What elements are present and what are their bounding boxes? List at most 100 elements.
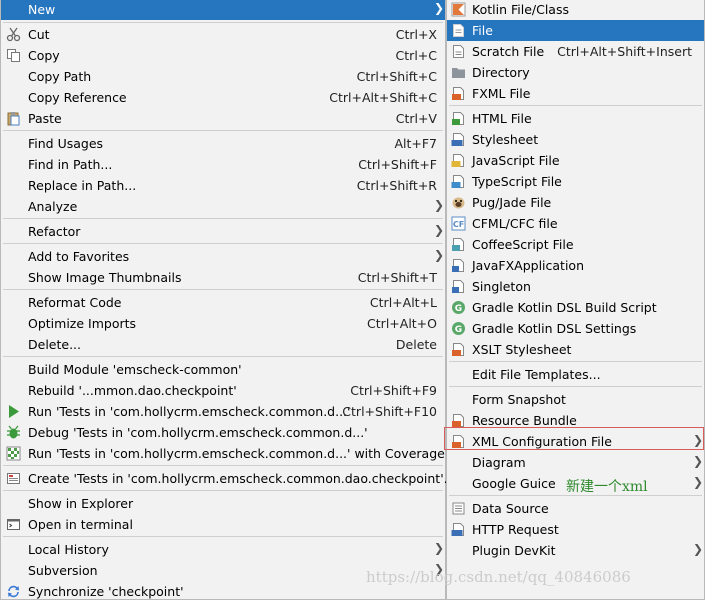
submenu-item-kotlin-file[interactable]: Kotlin File/Class — [447, 0, 704, 20]
menu-item-refactor[interactable]: Refactor ❯ — [1, 221, 445, 242]
menu-item-run-tests[interactable]: Run 'Tests in 'com.hollycrm.emscheck.com… — [1, 401, 445, 422]
menu-item-label: Form Snapshot — [472, 392, 566, 407]
svg-text:G: G — [455, 325, 462, 335]
separator — [449, 386, 702, 387]
submenu-item-form-snapshot[interactable]: Form Snapshot — [447, 389, 704, 410]
menu-item-show-image-thumbnails[interactable]: Show Image Thumbnails Ctrl+Shift+T — [1, 267, 445, 288]
separator — [3, 465, 443, 466]
chevron-right-icon: ❯ — [692, 542, 703, 556]
menu-item-show-in-explorer[interactable]: Show in Explorer — [1, 493, 445, 514]
submenu-item-singleton[interactable]: Singleton — [447, 276, 704, 297]
submenu-item-javafx-application[interactable]: JavaFXApplication — [447, 255, 704, 276]
submenu-item-http-request[interactable]: HTTP Request — [447, 519, 704, 540]
submenu-item-plugin-devkit[interactable]: Plugin DevKit ❯ — [447, 540, 704, 561]
menu-item-label: File — [472, 23, 493, 38]
submenu-item-gradle-settings[interactable]: G Gradle Kotlin DSL Settings — [447, 318, 704, 339]
database-icon — [452, 502, 465, 515]
svg-text:CF: CF — [453, 220, 464, 229]
menu-item-rebuild[interactable]: Rebuild '...mmon.dao.checkpoint' Ctrl+Sh… — [1, 380, 445, 401]
shortcut-text: Ctrl+C — [395, 48, 437, 63]
submenu-item-xslt-stylesheet[interactable]: XSLT Stylesheet — [447, 339, 704, 360]
menu-item-label: Gradle Kotlin DSL Settings — [472, 321, 637, 336]
menu-item-label: Google Guice — [472, 476, 556, 491]
separator — [3, 356, 443, 357]
separator — [449, 105, 702, 106]
menu-item-delete[interactable]: Delete... Delete — [1, 334, 445, 355]
shortcut-text: Ctrl+Shift+T — [357, 270, 437, 285]
menu-item-copy-path[interactable]: Copy Path Ctrl+Shift+C — [1, 66, 445, 87]
submenu-item-pug-jade-file[interactable]: Pug/Jade File — [447, 192, 704, 213]
svg-text:G: G — [455, 304, 462, 314]
shortcut-text: Delete — [395, 337, 437, 352]
menu-item-label: Stylesheet — [472, 132, 539, 147]
menu-item-label: JavaFXApplication — [472, 258, 584, 273]
typescript-file-icon — [451, 175, 464, 188]
menu-item-new[interactable]: New ❯ — [1, 0, 445, 20]
debug-bug-icon — [7, 425, 20, 439]
menu-item-label: Scratch File — [472, 44, 545, 59]
submenu-item-diagram[interactable]: Diagram ❯ — [447, 452, 704, 473]
submenu-item-typescript-file[interactable]: TypeScript File — [447, 171, 704, 192]
coverage-icon — [6, 446, 21, 461]
menu-item-cut[interactable]: Cut Ctrl+X — [1, 24, 445, 45]
menu-item-label: Cut — [28, 27, 50, 42]
menu-item-create-tests[interactable]: Create 'Tests in 'com.hollycrm.emscheck.… — [1, 468, 456, 489]
submenu-item-html-file[interactable]: HTML File — [447, 108, 704, 129]
cfml-file-icon: CF — [451, 216, 466, 231]
submenu-item-scratch-file[interactable]: Scratch File Ctrl+Alt+Shift+Insert — [447, 41, 704, 62]
submenu-item-data-source[interactable]: Data Source — [447, 498, 704, 519]
submenu-item-cfml-cfc-file[interactable]: CF CFML/CFC file — [447, 213, 704, 234]
chevron-right-icon: ❯ — [433, 248, 444, 262]
menu-item-paste[interactable]: Paste Ctrl+V — [1, 108, 445, 129]
menu-item-label: Delete... — [28, 337, 81, 352]
menu-item-open-in-terminal[interactable]: Open in terminal — [1, 514, 445, 535]
menu-item-find-in-path[interactable]: Find in Path... Ctrl+Shift+F — [1, 154, 445, 175]
menu-item-debug-tests[interactable]: Debug 'Tests in 'com.hollycrm.emscheck.c… — [1, 422, 445, 443]
menu-item-find-usages[interactable]: Find Usages Alt+F7 — [1, 133, 445, 154]
menu-item-label: Analyze — [28, 199, 78, 214]
menu-item-label: Build Module 'emscheck-common' — [28, 362, 242, 377]
watermark: https://blog.csdn.net/qq_40846086 — [366, 568, 631, 586]
menu-item-label: Open in terminal — [28, 517, 133, 532]
menu-item-optimize-imports[interactable]: Optimize Imports Ctrl+Alt+O — [1, 313, 445, 334]
menu-item-label: Copy Reference — [28, 90, 127, 105]
menu-item-copy[interactable]: Copy Ctrl+C — [1, 45, 445, 66]
submenu-item-coffeescript-file[interactable]: CoffeeScript File — [447, 234, 704, 255]
submenu-item-file[interactable]: File — [447, 20, 704, 41]
shortcut-text: Ctrl+X — [395, 27, 437, 42]
submenu-item-fxml-file[interactable]: FXML File — [447, 83, 704, 104]
menu-item-label: JavaScript File — [472, 153, 560, 168]
submenu-item-edit-file-templates[interactable]: Edit File Templates... — [447, 364, 704, 385]
submenu-item-gradle-build-script[interactable]: G Gradle Kotlin DSL Build Script — [447, 297, 704, 318]
menu-item-label: Copy — [28, 48, 60, 63]
menu-item-analyze[interactable]: Analyze ❯ — [1, 196, 445, 217]
menu-item-add-to-favorites[interactable]: Add to Favorites ❯ — [1, 246, 445, 267]
menu-item-build-module[interactable]: Build Module 'emscheck-common' — [1, 359, 445, 380]
menu-item-label: Resource Bundle — [472, 413, 577, 428]
css-file-icon — [451, 133, 464, 146]
menu-item-label: Reformat Code — [28, 295, 122, 310]
menu-item-label: Directory — [472, 65, 530, 80]
menu-item-label: Show Image Thumbnails — [28, 270, 182, 285]
chevron-right-icon: ❯ — [692, 475, 703, 489]
java-class-icon — [452, 259, 464, 272]
menu-item-local-history[interactable]: Local History ❯ — [1, 539, 445, 560]
submenu-item-directory[interactable]: Directory — [447, 62, 704, 83]
shortcut-text: Ctrl+Alt+O — [367, 316, 437, 331]
create-test-icon — [7, 473, 20, 484]
submenu-item-stylesheet[interactable]: Stylesheet — [447, 129, 704, 150]
chevron-right-icon: ❯ — [692, 454, 703, 468]
menu-item-label: Gradle Kotlin DSL Build Script — [472, 300, 657, 315]
menu-item-label: Run 'Tests in 'com.hollycrm.emscheck.com… — [28, 404, 351, 419]
menu-item-label: Synchronize 'checkpoint' — [28, 584, 184, 599]
menu-item-run-with-coverage[interactable]: Run 'Tests in 'com.hollycrm.emscheck.com… — [1, 443, 445, 464]
shortcut-text: Ctrl+V — [395, 111, 437, 126]
menu-item-copy-reference[interactable]: Copy Reference Ctrl+Alt+Shift+C — [1, 87, 445, 108]
api-file-icon — [451, 523, 464, 536]
menu-item-label: Copy Path — [28, 69, 92, 84]
menu-item-reformat-code[interactable]: Reformat Code Ctrl+Alt+L — [1, 292, 445, 313]
menu-item-label: Plugin DevKit — [472, 543, 556, 558]
submenu-item-javascript-file[interactable]: JavaScript File — [447, 150, 704, 171]
menu-item-replace-in-path[interactable]: Replace in Path... Ctrl+Shift+R — [1, 175, 445, 196]
menu-item-label: Pug/Jade File — [472, 195, 552, 210]
